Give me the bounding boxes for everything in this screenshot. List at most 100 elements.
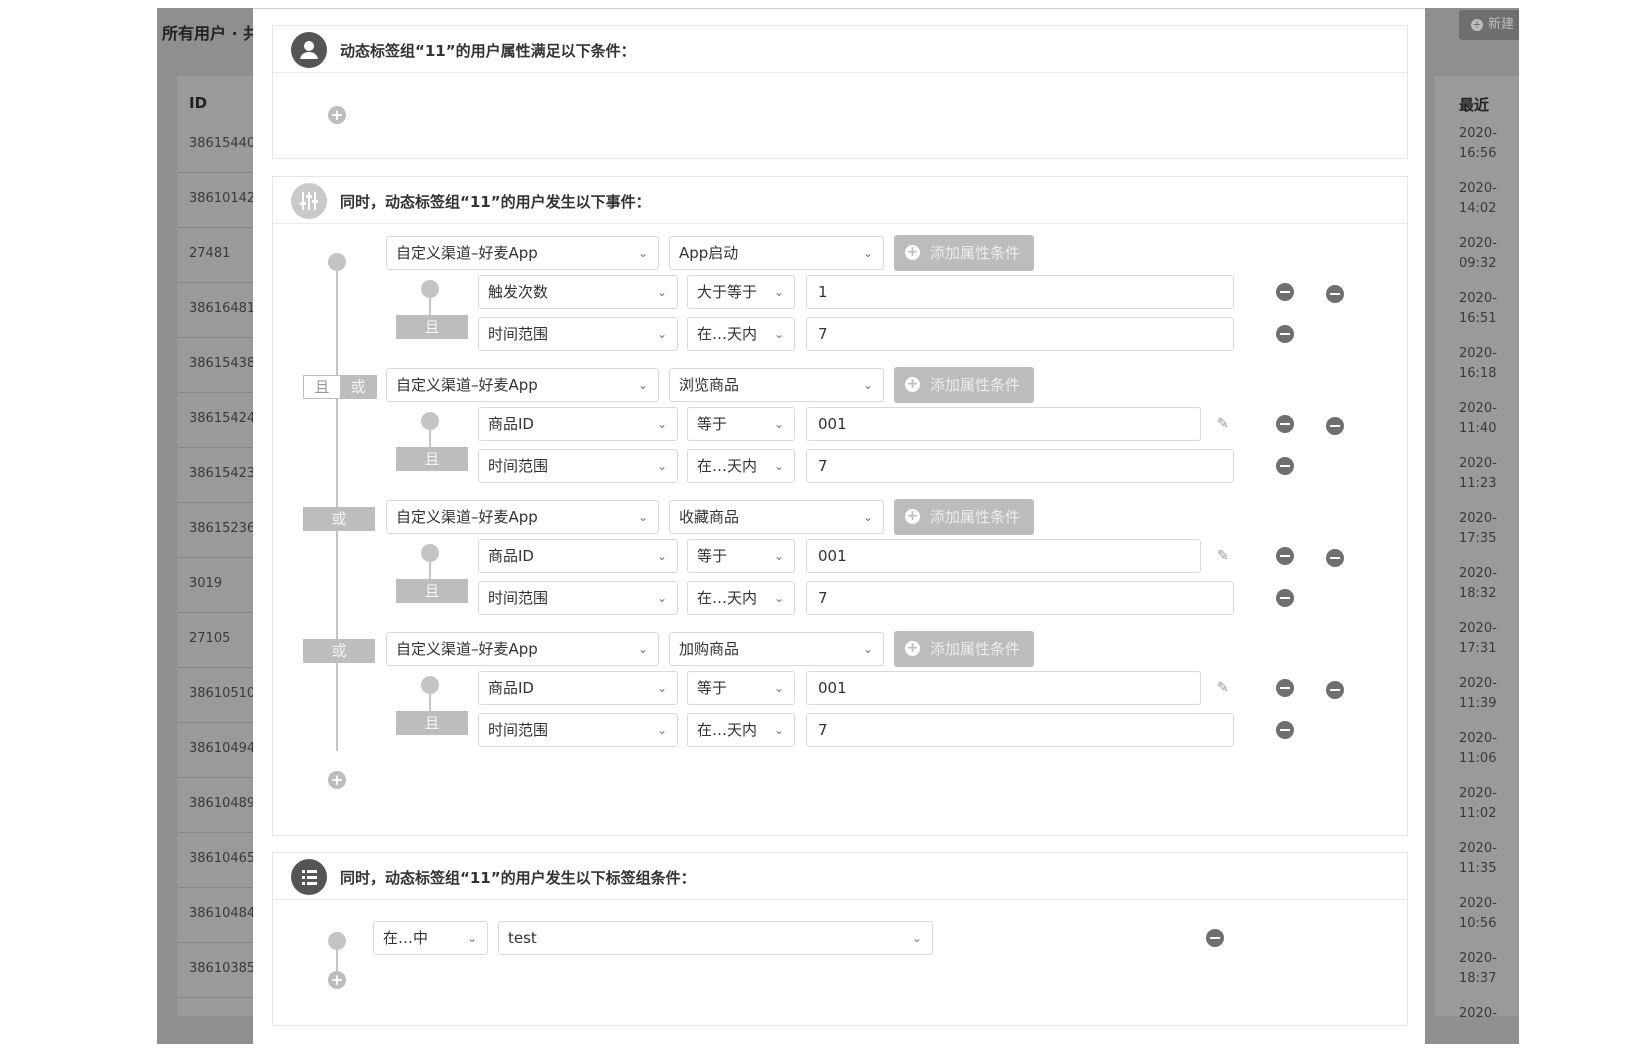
user-group-icon (291, 32, 327, 68)
event-channel-select[interactable]: 自定义渠道–好麦App ⌄ (386, 368, 659, 402)
and-toggle-option[interactable]: 且 (304, 376, 340, 398)
condition-value-input[interactable]: 1 (806, 275, 1234, 309)
background-id-cell: 3019 (189, 576, 223, 591)
pencil-icon[interactable]: ✎ (1217, 417, 1231, 431)
event-timeline-start-dot (328, 253, 346, 271)
remove-condition-button[interactable] (1276, 589, 1294, 607)
and-connector-label: 且 (424, 714, 440, 732)
condition-value-input[interactable]: 001 (806, 407, 1201, 441)
condition-operator-select[interactable]: 大于等于 ⌄ (687, 275, 795, 309)
event-type-value: 收藏商品 (679, 508, 740, 526)
tag-operator-select[interactable]: 在…中 ⌄ (373, 921, 488, 955)
background-row-divider (177, 337, 257, 338)
remove-event-button[interactable] (1326, 285, 1344, 303)
condition-field-select[interactable]: 商品ID ⌄ (478, 671, 678, 705)
or-connector-tag[interactable]: 或 (303, 507, 375, 531)
condition-operator-select[interactable]: 在…天内 ⌄ (687, 317, 795, 351)
condition-field-select[interactable]: 时间范围 ⌄ (478, 581, 678, 615)
condition-value-input[interactable]: 001 (806, 671, 1201, 705)
condition-operator-select[interactable]: 等于 ⌄ (687, 407, 795, 441)
add-attribute-condition-button[interactable]: + (328, 106, 346, 124)
add-tag-condition-button[interactable]: + (328, 971, 346, 989)
event-type-select[interactable]: 浏览商品 ⌄ (669, 368, 884, 402)
background-user-table: ID 38615440 38610142 27481 38616481 38615438… (177, 76, 257, 1016)
remove-condition-button[interactable] (1276, 547, 1294, 565)
chevron-down-icon: ⌄ (773, 417, 784, 431)
condition-operator-value: 等于 (697, 547, 728, 565)
condition-field-select[interactable]: 商品ID ⌄ (478, 539, 678, 573)
condition-value-input[interactable]: 001 (806, 539, 1201, 573)
event-card-title: 同时，动态标签组“11”的用户发生以下事件： (340, 193, 651, 211)
background-time-date: 2020- (1459, 731, 1497, 746)
background-time-date: 2020- (1459, 1006, 1497, 1021)
chevron-down-icon: ⌄ (773, 591, 784, 605)
remove-event-button[interactable] (1326, 417, 1344, 435)
condition-value-input[interactable]: 7 (806, 581, 1234, 615)
list-icon (291, 859, 327, 895)
remove-event-button[interactable] (1326, 549, 1344, 567)
and-connector-tag[interactable]: 且 (396, 711, 468, 735)
remove-condition-button[interactable] (1276, 415, 1294, 433)
add-property-condition-button[interactable]: + 添加属性条件 (894, 235, 1034, 271)
remove-tag-condition-button[interactable] (1206, 929, 1224, 947)
condition-operator-select[interactable]: 等于 ⌄ (687, 539, 795, 573)
condition-field-select[interactable]: 时间范围 ⌄ (478, 317, 678, 351)
tag-group-select[interactable]: test ⌄ (498, 921, 933, 955)
condition-value-text: 7 (818, 589, 828, 607)
remove-condition-button[interactable] (1276, 283, 1294, 301)
background-id-cell: 38615236 (189, 521, 256, 536)
chevron-down-icon: ⌄ (862, 246, 873, 260)
condition-value-input[interactable]: 7 (806, 317, 1234, 351)
background-new-button[interactable]: + 新建 (1459, 10, 1519, 40)
condition-operator-select[interactable]: 在…天内 ⌄ (687, 449, 795, 483)
and-connector-tag[interactable]: 且 (396, 315, 468, 339)
condition-field-select[interactable]: 时间范围 ⌄ (478, 449, 678, 483)
add-property-condition-button[interactable]: + 添加属性条件 (894, 499, 1034, 535)
condition-operator-select[interactable]: 在…天内 ⌄ (687, 713, 795, 747)
event-channel-select[interactable]: 自定义渠道–好麦App ⌄ (386, 500, 659, 534)
condition-value-input[interactable]: 7 (806, 713, 1234, 747)
background-row-divider (177, 392, 257, 393)
add-property-condition-button[interactable]: + 添加属性条件 (894, 367, 1034, 403)
event-type-select[interactable]: 加购商品 ⌄ (669, 632, 884, 666)
event-type-select[interactable]: 收藏商品 ⌄ (669, 500, 884, 534)
and-or-toggle[interactable]: 且或 (303, 375, 377, 399)
or-toggle-option[interactable]: 或 (340, 376, 376, 398)
event-type-select[interactable]: App启动 ⌄ (669, 236, 884, 270)
event-condition-card: 同时，动态标签组“11”的用户发生以下事件： 自定义渠道–好麦App ⌄ App启动… (272, 176, 1408, 836)
add-property-condition-button[interactable]: + 添加属性条件 (894, 631, 1034, 667)
condition-operator-select[interactable]: 等于 ⌄ (687, 671, 795, 705)
condition-field-value: 触发次数 (488, 283, 549, 301)
event-channel-select[interactable]: 自定义渠道–好麦App ⌄ (386, 236, 659, 270)
and-connector-tag[interactable]: 且 (396, 579, 468, 603)
tag-group-condition-card: 同时，动态标签组“11”的用户发生以下标签组条件： 在…中 ⌄ test ⌄ + (272, 852, 1408, 1026)
remove-condition-button[interactable] (1276, 325, 1294, 343)
pencil-icon[interactable]: ✎ (1217, 549, 1231, 563)
background-time-date: 2020- (1459, 676, 1497, 691)
condition-field-select[interactable]: 触发次数 ⌄ (478, 275, 678, 309)
tag-group-card-title: 同时，动态标签组“11”的用户发生以下标签组条件： (340, 869, 696, 887)
background-row-divider (177, 172, 257, 173)
condition-operator-value: 等于 (697, 415, 728, 433)
pencil-icon[interactable]: ✎ (1217, 681, 1231, 695)
add-event-button[interactable]: + (328, 771, 346, 789)
chevron-down-icon: ⌄ (656, 417, 667, 431)
condition-value-text: 001 (818, 547, 847, 565)
remove-event-button[interactable] (1326, 681, 1344, 699)
or-connector-tag[interactable]: 或 (303, 639, 375, 663)
background-time-clock: 11:02 (1459, 806, 1497, 821)
background-row-divider (177, 942, 257, 943)
condition-field-select[interactable]: 时间范围 ⌄ (478, 713, 678, 747)
remove-condition-button[interactable] (1276, 457, 1294, 475)
condition-field-select[interactable]: 商品ID ⌄ (478, 407, 678, 441)
remove-condition-button[interactable] (1276, 721, 1294, 739)
condition-operator-select[interactable]: 在…天内 ⌄ (687, 581, 795, 615)
chevron-down-icon: ⌄ (656, 681, 667, 695)
chevron-down-icon: ⌄ (773, 459, 784, 473)
event-channel-select[interactable]: 自定义渠道–好麦App ⌄ (386, 632, 659, 666)
condition-value-input[interactable]: 7 (806, 449, 1234, 483)
condition-value-text: 7 (818, 325, 828, 343)
remove-condition-button[interactable] (1276, 679, 1294, 697)
condition-dot (421, 412, 439, 430)
and-connector-tag[interactable]: 且 (396, 447, 468, 471)
